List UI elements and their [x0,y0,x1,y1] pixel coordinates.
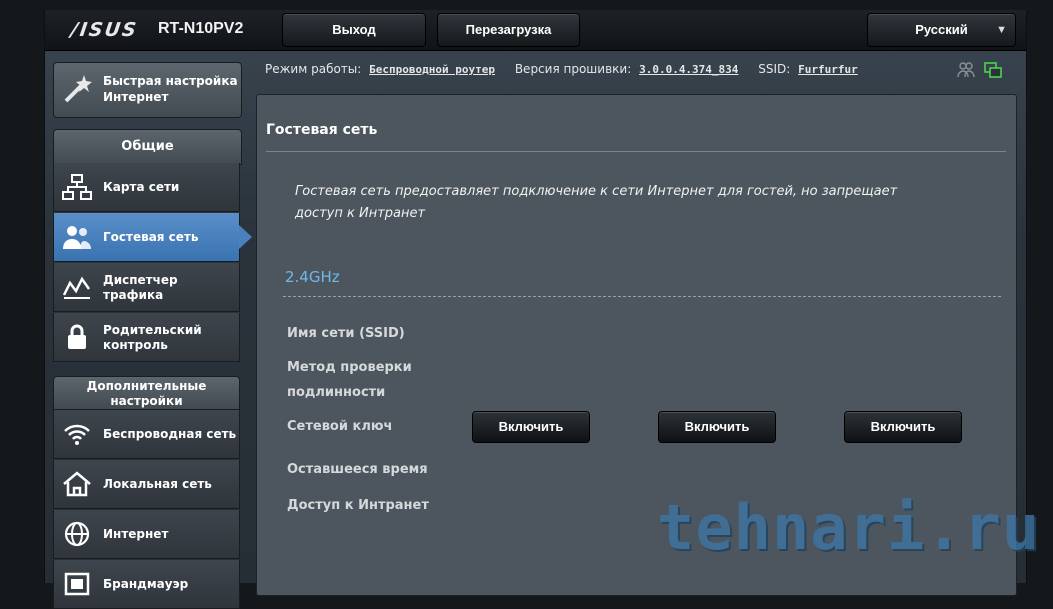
page-description: Гостевая сеть предоставляет подключение … [295,184,898,221]
field-label-remaining-time: Оставшееся время [287,462,428,477]
band-label: 2.4GHz [285,268,340,286]
sidebar-item-label: Диспетчер трафика [103,272,178,302]
sidebar-item-label: Родительский контроль [103,322,202,352]
enable-button-1[interactable]: Включить [472,411,590,443]
status-icons [957,61,1006,83]
wifi-icon [62,420,92,448]
router-admin-window: /ISUS RT-N10PV2 Выход Перезагрузка Русск… [44,10,1039,609]
sidebar-item-label: Брандмауэр [103,577,189,591]
page-title: Гостевая сеть [266,122,378,138]
sidebar-item-parental-control[interactable]: Родительский контроль [53,313,240,362]
sidebar-item-lan[interactable]: Локальная сеть [53,460,240,509]
sidebar-item-traffic-manager[interactable]: Диспетчер трафика [53,263,240,312]
quick-setup-button[interactable]: Быстрая настройка Интернет [53,62,242,118]
globe-icon [62,520,92,548]
sidebar-item-internet[interactable]: Интернет [53,510,240,559]
enable-button-3[interactable]: Включить [844,411,962,443]
firmware-link[interactable]: 3.0.0.4.374_834 [639,63,738,76]
logout-button[interactable]: Выход [282,13,426,47]
sidebar-item-network-map[interactable]: Карта сети [53,163,240,212]
network-map-icon [62,173,92,201]
chevron-down-icon: ▼ [996,24,1007,36]
watermark: tehnari.ru [657,491,1041,564]
sidebar-item-label: Карта сети [103,180,180,194]
language-value: Русский [915,22,968,37]
model-name: RT-N10PV2 [158,20,244,37]
sidebar-item-wireless[interactable]: Беспроводная сеть [53,410,240,459]
sidebar-item-label: Интернет [103,527,169,541]
field-label-auth-method: Метод проверки подлинности [287,360,412,400]
firmware-label: Версия прошивки: [514,62,632,76]
guest-network-icon [62,223,92,251]
home-icon [62,470,92,498]
band-divider [283,296,1001,297]
mode-link[interactable]: Беспроводной роутер [369,63,495,76]
status-info-bar: Режим работы: Беспроводной роутер Версия… [265,62,874,76]
main-panel: Гостевая сеть Гостевая сеть предоставляе… [256,94,1039,596]
connection-status-icon[interactable] [984,61,1002,79]
section-header-advanced: Дополнительные настройки [53,376,240,410]
quick-setup-label: Быстрая настройка Интернет [103,74,238,104]
asus-logo: /ISUS [69,19,140,41]
traffic-manager-icon [62,273,92,301]
field-label-network-key: Сетевой ключ [287,419,393,434]
top-bar: /ISUS RT-N10PV2 Выход Перезагрузка Русск… [45,10,1026,51]
clients-icon[interactable] [957,61,975,79]
sidebar-item-label: Локальная сеть [103,477,212,491]
sidebar-item-guest-network[interactable]: Гостевая сеть [53,213,252,262]
title-divider [266,151,1006,152]
sidebar-item-label: Гостевая сеть [103,230,199,244]
sidebar-item-firewall[interactable]: Брандмауэр [53,560,240,609]
enable-button-2[interactable]: Включить [658,411,776,443]
mode-label: Режим работы: [265,62,362,76]
lock-icon [62,323,92,351]
ssid-link[interactable]: Furfurfur [798,63,858,76]
ssid-label: SSID: [758,62,791,76]
language-select[interactable]: Русский ▼ [867,13,1016,47]
section-header-general: Общие [53,129,242,165]
field-label-ssid: Имя сети (SSID) [287,326,405,341]
reboot-button[interactable]: Перезагрузка [437,13,580,47]
firewall-icon [62,570,92,598]
field-label-intranet-access: Доступ к Интранет [287,498,429,513]
magic-wand-icon [62,73,94,105]
sidebar-item-label: Беспроводная сеть [103,427,237,441]
